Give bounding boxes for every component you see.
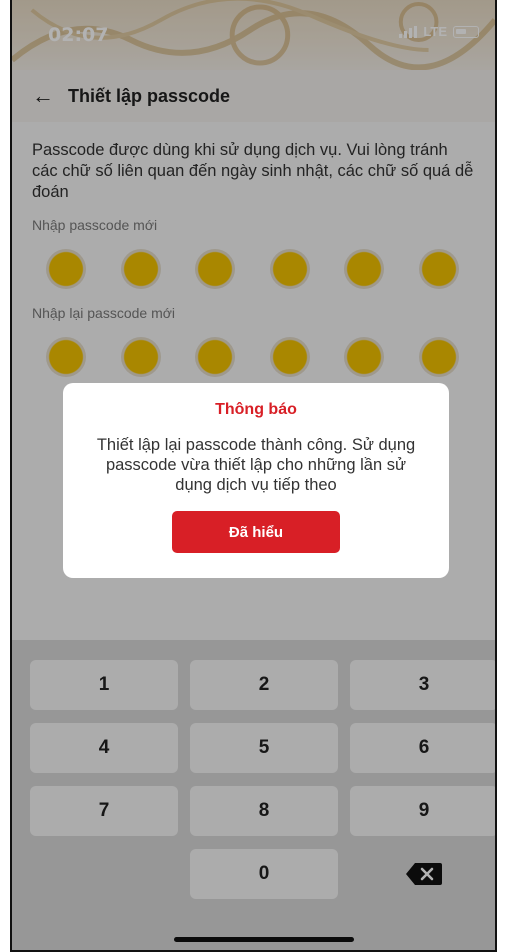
- dialog-message: Thiết lập lại passcode thành công. Sử dụ…: [96, 436, 416, 494]
- phone-screen: 02:07 LTE ← Thiết lập passcode Passcode …: [10, 0, 497, 952]
- understood-button[interactable]: Đã hiểu: [172, 511, 340, 553]
- notification-dialog: Thông báo Thiết lập lại passcode thành c…: [63, 383, 449, 578]
- dialog-title: Thông báo: [215, 401, 297, 418]
